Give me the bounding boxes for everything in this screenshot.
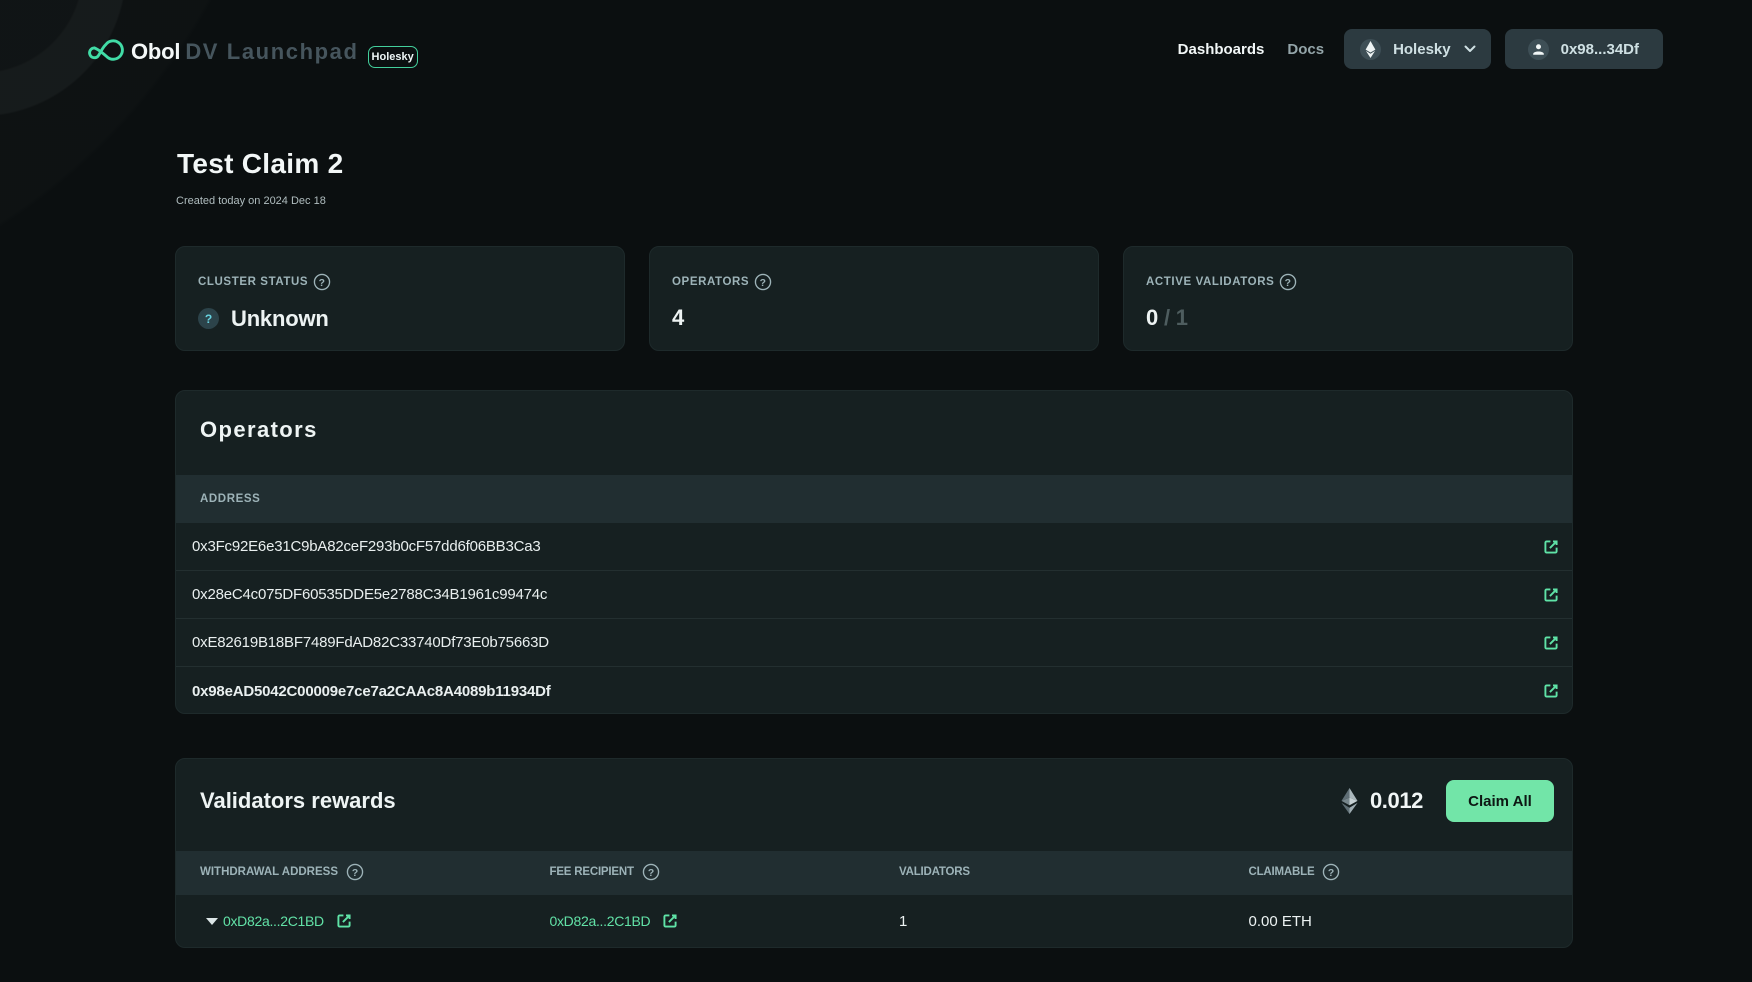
svg-text:?: ? (760, 278, 767, 289)
svg-text:?: ? (352, 867, 358, 878)
svg-text:?: ? (1285, 278, 1292, 289)
svg-text:?: ? (648, 867, 654, 878)
svg-text:?: ? (1328, 867, 1334, 878)
svg-text:?: ? (319, 278, 326, 289)
